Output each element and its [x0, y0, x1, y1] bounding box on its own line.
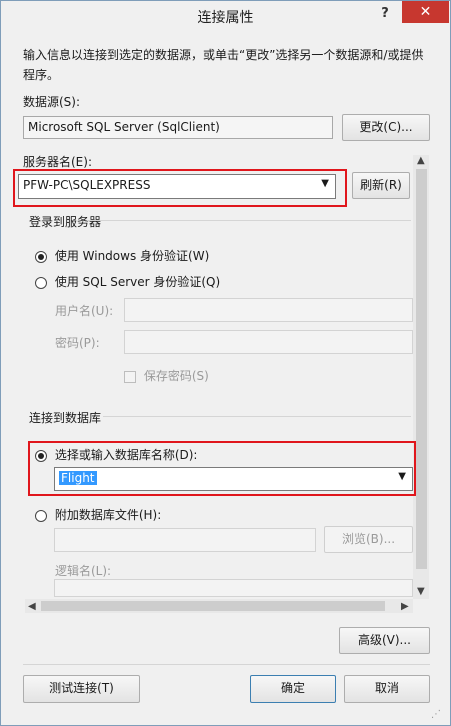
select-database-label: 选择或输入数据库名称(D): [54, 448, 198, 462]
title-bar: 连接属性 ? ✕ [1, 1, 450, 31]
sql-auth-radio[interactable]: 使用 SQL Server 身份验证(Q) [35, 273, 220, 290]
select-database-radio[interactable]: 选择或输入数据库名称(D): [35, 446, 197, 463]
logical-name-input[interactable] [54, 579, 413, 597]
save-password-label: 保存密码(S) [143, 369, 209, 383]
horizontal-scroll-thumb[interactable] [41, 601, 385, 611]
radio-unchecked-icon[interactable] [35, 509, 47, 522]
connection-properties-dialog: 连接属性 ? ✕ 输入信息以连接到选定的数据源，或单击“更改”选择另一个数据源和… [0, 0, 451, 726]
ok-button[interactable]: 确定 [250, 675, 336, 703]
cancel-button[interactable]: 取消 [344, 675, 430, 703]
database-group-divider [103, 416, 411, 417]
scroll-down-arrow-icon[interactable]: ▼ [417, 586, 425, 597]
database-group-title: 连接到数据库 [29, 411, 102, 425]
datasource-field: Microsoft SQL Server (SqlClient) [23, 116, 333, 139]
windows-auth-label: 使用 Windows 身份验证(W) [54, 249, 210, 263]
test-connection-button[interactable]: 测试连接(T) [23, 675, 140, 703]
attach-database-label: 附加数据库文件(H): [54, 508, 162, 522]
close-button[interactable]: ✕ [402, 1, 449, 23]
scroll-up-arrow-icon[interactable]: ▲ [417, 155, 425, 166]
scroll-right-arrow-icon[interactable]: ▶ [401, 601, 409, 612]
radio-unchecked-icon[interactable] [35, 276, 47, 289]
radio-checked-icon[interactable] [35, 449, 47, 462]
logical-name-label: 逻辑名(L): [55, 564, 112, 578]
database-file-input[interactable] [54, 528, 316, 552]
username-input[interactable] [124, 298, 413, 322]
login-group-title: 登录到服务器 [29, 215, 102, 229]
checkbox-icon[interactable] [124, 370, 136, 383]
help-button[interactable]: ? [373, 3, 397, 25]
username-label: 用户名(U): [55, 304, 114, 318]
resize-grip-icon[interactable]: ⋰ [431, 709, 445, 723]
sql-auth-label: 使用 SQL Server 身份验证(Q) [54, 275, 221, 289]
refresh-button[interactable]: 刷新(R) [352, 172, 410, 199]
windows-auth-radio[interactable]: 使用 Windows 身份验证(W) [35, 247, 209, 264]
password-label: 密码(P): [55, 336, 100, 350]
server-name-label: 服务器名(E): [23, 155, 92, 169]
database-name-value: Flight [59, 471, 97, 485]
chevron-down-icon[interactable]: ▼ [321, 178, 329, 189]
login-group-divider [87, 220, 411, 221]
chevron-down-icon[interactable]: ▼ [398, 471, 406, 482]
scroll-left-arrow-icon[interactable]: ◀ [28, 601, 36, 612]
vertical-scroll-thumb[interactable] [416, 169, 427, 569]
attach-database-radio[interactable]: 附加数据库文件(H): [35, 506, 161, 523]
password-input[interactable] [124, 330, 413, 354]
save-password-checkbox[interactable]: 保存密码(S) [124, 367, 209, 384]
advanced-button[interactable]: 高级(V)... [339, 627, 430, 654]
server-name-value: PFW-PC\SQLEXPRESS [23, 178, 151, 192]
radio-checked-icon[interactable] [35, 250, 47, 263]
dialog-description: 输入信息以连接到选定的数据源，或单击“更改”选择另一个数据源和/或提供程序。 [23, 48, 424, 82]
server-name-combobox[interactable]: PFW-PC\SQLEXPRESS ▼ [18, 174, 336, 199]
footer-divider [23, 664, 430, 665]
datasource-label: 数据源(S): [23, 95, 81, 109]
database-name-combobox[interactable]: Flight ▼ [54, 467, 413, 491]
browse-button[interactable]: 浏览(B)... [324, 526, 413, 553]
change-datasource-button[interactable]: 更改(C)... [342, 114, 430, 141]
